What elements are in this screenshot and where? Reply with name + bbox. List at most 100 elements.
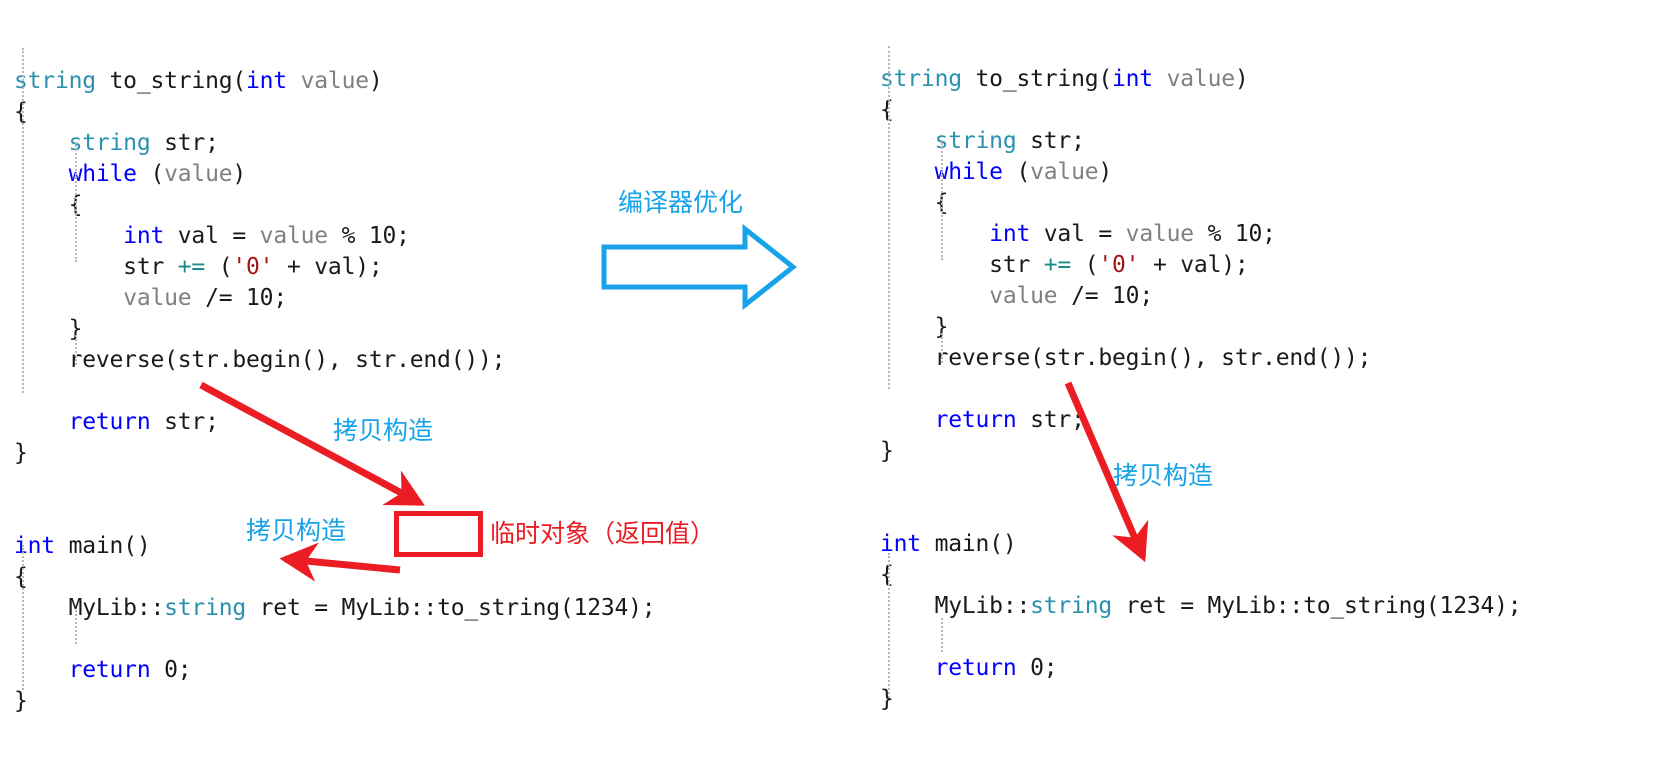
indent-guide [75,335,77,365]
code-token: return [68,409,151,435]
code-token: string [14,68,96,94]
label-copy-ctor-right: 拷贝构造 [1113,461,1214,490]
code-line: { [880,188,1521,219]
code-token: str; [1016,407,1085,433]
code-token: } [14,688,28,714]
code-token: string [1030,593,1113,619]
code-line: int val = value % 10; [880,219,1521,250]
code-token: ( [1071,252,1099,278]
code-line: } [14,686,655,717]
code-line: string str; [14,128,655,159]
code-token: + val); [1139,252,1249,278]
code-token: } [880,438,894,464]
code-token: string [164,595,247,621]
code-token: { [880,190,949,216]
code-token: % 10; [327,223,410,249]
code-token: { [880,97,894,123]
code-token: value [989,283,1058,309]
code-token: str [880,252,1044,278]
code-line: MyLib::string ret = MyLib::to_string(123… [880,591,1522,622]
label-compiler-optimization: 编译器优化 [618,188,744,217]
code-line: { [880,95,1521,126]
code-line: int main() [880,529,1521,560]
code-token: ret = MyLib::to_string(1234); [246,595,656,621]
code-token: ) [1098,159,1113,185]
code-token: '0' [232,254,274,280]
code-line: { [14,190,655,221]
code-token: string [68,130,151,156]
code-token: '0' [1098,252,1140,278]
code-token: } [14,316,83,342]
code-line: return str; [880,405,1521,436]
code-token: { [14,99,28,125]
code-token: str; [1016,128,1085,154]
code-token: } [880,686,894,712]
code-token: int [989,221,1031,247]
code-line: string to_string(int value) [880,64,1521,95]
code-token: value [1166,66,1235,92]
code-token: int [123,223,165,249]
diagram-canvas: string to_string(int value){ string str;… [0,0,1678,766]
code-line: string str; [880,126,1521,157]
code-line: str += ('0' + val); [880,250,1521,281]
code-token: int [246,68,287,94]
code-token: ( [136,161,165,187]
code-line: while (value) [880,157,1521,188]
indent-guide [75,142,77,262]
code-token: string [880,66,962,92]
code-token: value [300,68,369,94]
code-token: while [68,161,137,187]
code-token: main() [54,533,151,559]
code-token: ) [1234,66,1249,92]
indent-guide [888,46,890,389]
code-lines-right: string to_string(int value){ string str;… [880,64,1522,715]
indent-guide [22,545,24,690]
code-token: value [123,285,192,311]
code-line: int val = value % 10; [14,221,655,252]
code-lines-left: string to_string(int value){ string str;… [14,66,656,717]
code-line: value /= 10; [14,283,655,314]
code-token: += [177,254,206,280]
code-token: val = [1030,221,1126,247]
code-token: { [14,192,83,218]
code-token: value [259,223,328,249]
code-token: return [68,657,151,683]
code-token: return [934,407,1017,433]
code-token: + val); [273,254,383,280]
code-token: MyLib:: [880,593,1031,619]
temp-object-box [394,511,483,557]
code-line: } [880,684,1521,715]
code-line: return 0; [880,653,1521,684]
code-line: { [880,560,1521,591]
code-token: } [14,440,28,466]
code-token: int [14,533,55,559]
code-token: int [880,531,921,557]
code-token: /= 10; [191,285,287,311]
code-token: while [934,159,1003,185]
code-token: { [14,564,28,590]
code-line: { [14,562,655,593]
label-temp-object: 临时对象（返回值） [490,519,716,548]
label-copy-ctor-left-upper: 拷贝构造 [333,416,434,445]
indent-guide [22,48,24,393]
code-line: { [14,97,655,128]
indent-guide [941,618,943,652]
code-token: ( [1002,159,1031,185]
code-token: ) [232,161,247,187]
indent-guide [941,333,943,363]
indent-guide [75,610,77,644]
code-token: ret = MyLib::to_string(1234); [1112,593,1522,619]
code-token: string [934,128,1017,154]
code-token: MyLib:: [14,595,165,621]
indent-guide [941,140,943,260]
code-line: } [14,314,655,345]
